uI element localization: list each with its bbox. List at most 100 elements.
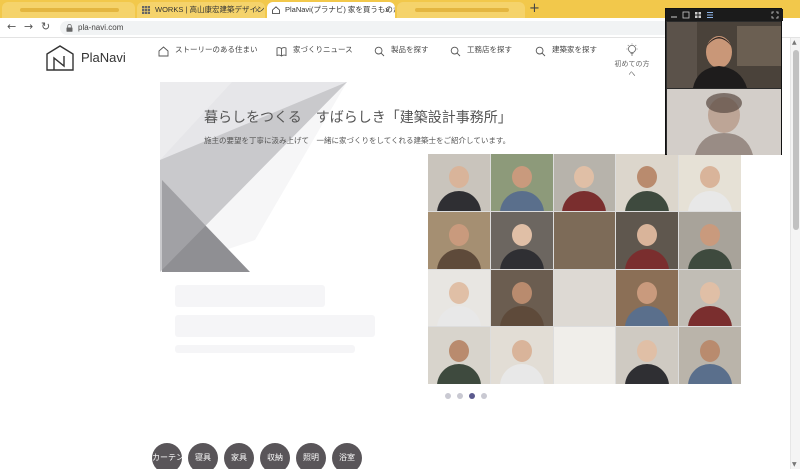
architect-photo-tile[interactable]	[490, 327, 553, 384]
portrait-body	[688, 306, 733, 327]
portrait-body	[688, 364, 733, 384]
architect-photo-tile[interactable]	[428, 327, 490, 384]
architect-photo-tile[interactable]	[679, 269, 741, 327]
category-furniture[interactable]: 家具	[224, 443, 254, 469]
slider-dot[interactable]	[481, 393, 487, 399]
architect-photo-tile[interactable]	[679, 211, 741, 269]
portrait-head	[448, 224, 469, 247]
portrait-body	[688, 190, 733, 211]
speaker-view-icon[interactable]	[706, 11, 714, 19]
architect-photo-tile[interactable]	[679, 327, 741, 384]
lightbulb-icon	[626, 43, 638, 56]
search-icon	[374, 46, 385, 57]
slider-dot[interactable]	[457, 393, 463, 399]
architect-photo-tile[interactable]	[490, 211, 553, 269]
video-call-overlay[interactable]	[665, 8, 783, 155]
portrait-body	[436, 248, 481, 269]
portrait-head	[448, 166, 469, 189]
participant-video-feed-blurred	[667, 89, 781, 155]
architect-photo-tile[interactable]	[616, 211, 679, 269]
portrait-body	[499, 306, 544, 327]
architect-photo-tile[interactable]	[679, 154, 741, 211]
architect-photo-collage[interactable]	[428, 154, 741, 384]
architect-photo-tile[interactable]	[428, 269, 490, 327]
logo-text: PlaNavi	[81, 50, 126, 65]
portrait-head	[700, 224, 721, 247]
architect-photo-tile[interactable]	[490, 269, 553, 327]
scroll-thumb[interactable]	[793, 50, 799, 230]
expand-icon[interactable]	[771, 11, 779, 19]
portrait-body	[625, 248, 670, 269]
nav-products[interactable]: 製品を探す	[374, 44, 434, 57]
portrait-head	[511, 281, 532, 304]
participant-video-feed	[667, 22, 781, 88]
portrait-body	[436, 306, 481, 327]
portrait-body	[562, 190, 607, 211]
slider-pagination	[445, 393, 495, 401]
portrait-body	[688, 248, 733, 269]
architect-photo-tile[interactable]	[616, 269, 679, 327]
architect-photo-tile[interactable]	[553, 327, 616, 384]
nav-builders[interactable]: 工務店を探す	[450, 44, 522, 57]
portrait-head	[511, 224, 532, 247]
architect-photo-tile[interactable]	[428, 211, 490, 269]
page-scrollbar[interactable]: ▲ ▼	[790, 38, 800, 469]
nav-stories[interactable]: ストーリーのある住まい	[158, 44, 258, 57]
video-call-toolbar	[666, 9, 783, 21]
category-curtain[interactable]: カーテン	[152, 443, 184, 469]
nav-architects[interactable]: 建築家を探す	[535, 44, 605, 57]
portrait-body	[625, 190, 670, 211]
view-icon[interactable]	[682, 11, 690, 19]
architect-photo-tile[interactable]	[553, 154, 616, 211]
scroll-down-icon[interactable]: ▼	[792, 461, 797, 468]
portrait-head	[637, 166, 658, 189]
house-icon	[158, 46, 169, 57]
portrait-head	[637, 339, 658, 362]
minimize-icon[interactable]	[670, 11, 678, 19]
portrait-body	[499, 364, 544, 384]
portrait-head	[448, 281, 469, 304]
hero-title: 暮らしをつくる すばらしき「建築設計事務所」	[204, 110, 512, 126]
architect-photo-tile[interactable]	[616, 154, 679, 211]
architect-photo-tile[interactable]	[553, 269, 616, 327]
planavi-house-logo-icon	[46, 45, 74, 71]
portrait-head	[637, 281, 658, 304]
portrait-body	[625, 306, 670, 327]
category-lighting[interactable]: 照明	[296, 443, 326, 469]
video-participant-1	[667, 22, 781, 88]
nav-beginners[interactable]: 初めての方へ	[612, 43, 652, 79]
nav-label: 初めての方へ	[614, 60, 650, 78]
portrait-body	[499, 190, 544, 211]
search-icon	[450, 46, 461, 57]
nav-label: 家づくりニュース	[293, 45, 353, 54]
category-storage[interactable]: 収納	[260, 443, 290, 469]
portrait-body	[436, 190, 481, 211]
portrait-head	[700, 281, 721, 304]
nav-label: ストーリーのある住まい	[175, 45, 258, 54]
slider-dot-active[interactable]	[469, 393, 475, 399]
category-bedding[interactable]: 寝具	[188, 443, 218, 469]
hero-subtitle: 施主の要望を丁寧に汲み上げて 一緒に家づくりをしてくれる建築士をご紹介しています…	[204, 136, 511, 145]
video-participant-2	[667, 89, 781, 155]
scroll-up-icon[interactable]: ▲	[792, 39, 797, 46]
category-bathroom[interactable]: 浴室	[332, 443, 362, 469]
portrait-head	[574, 166, 595, 189]
faded-slide-text	[175, 285, 385, 365]
portrait-head	[511, 166, 532, 189]
book-icon	[276, 47, 287, 57]
architect-photo-tile[interactable]	[553, 211, 616, 269]
gallery-icon[interactable]	[694, 11, 702, 19]
portrait-body	[436, 364, 481, 384]
portrait-head	[511, 339, 532, 362]
portrait-head	[448, 339, 469, 362]
slider-dot[interactable]	[445, 393, 451, 399]
nav-news[interactable]: 家づくりニュース	[276, 44, 361, 57]
architect-photo-tile[interactable]	[428, 154, 490, 211]
portrait-body	[625, 364, 670, 384]
portrait-body	[499, 248, 544, 269]
architect-photo-tile[interactable]	[490, 154, 553, 211]
architect-photo-tile[interactable]	[616, 327, 679, 384]
search-icon	[535, 46, 546, 57]
portrait-head	[700, 339, 721, 362]
portrait-head	[700, 166, 721, 189]
